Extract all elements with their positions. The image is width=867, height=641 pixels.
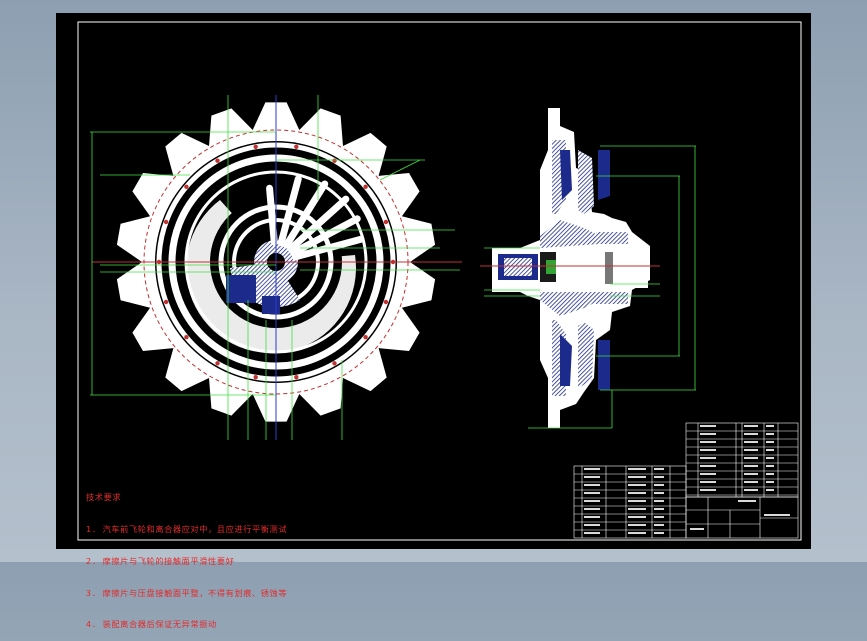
note-4: 4. 装配离合器后保证无异常振动 [86, 619, 217, 630]
note-2: 2. 摩擦片与飞轮的接触面平滑性要好 [86, 555, 235, 566]
note-1: 1. 汽车前飞轮和离合器应对中，且应进行平衡测试 [86, 523, 288, 534]
technical-notes: 技术要求 1. 汽车前飞轮和离合器应对中，且应进行平衡测试 2. 摩擦片与飞轮的… [86, 471, 287, 641]
notes-title: 技术要求 [86, 492, 122, 503]
note-3: 3. 摩擦片与压盘接触面平整，不得有划痕、锈蚀等 [86, 587, 288, 598]
